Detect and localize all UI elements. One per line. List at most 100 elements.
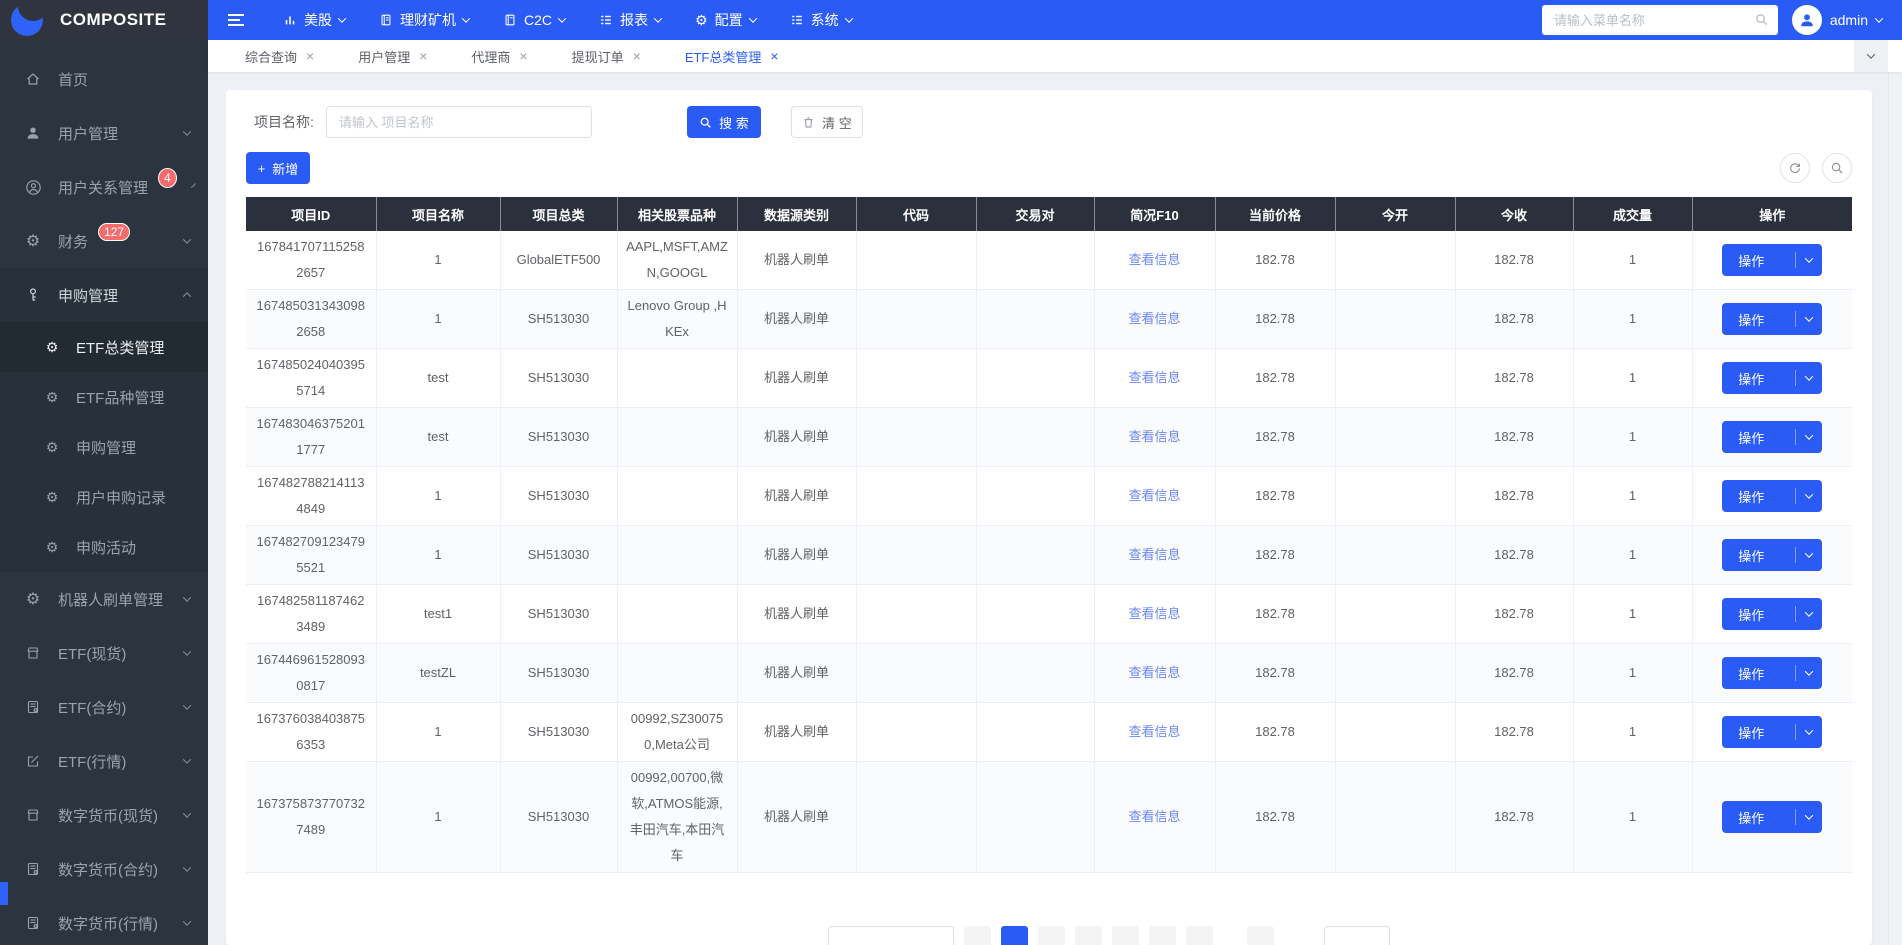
hamburger-menu-icon[interactable] [228,14,244,26]
sidebar-item-etf-spot[interactable]: ETF(现货) [0,626,208,680]
row-action-dropdown-button[interactable]: 操作 [1722,716,1822,748]
cell-project-id: 1674827091234795521 [246,526,376,585]
pagination-page-button[interactable] [1149,926,1176,945]
pagination-prev-button[interactable] [964,926,991,945]
tab-combined-query[interactable]: 综合查询× [245,47,314,66]
sidebar-item-subscription-management[interactable]: 申购管理 [0,268,208,322]
view-info-link[interactable]: 查看信息 [1128,311,1180,326]
cell-profile-f10: 查看信息 [1094,703,1215,762]
top-menu-reports[interactable]: 报表 [599,10,661,30]
row-action-dropdown-button[interactable]: 操作 [1722,598,1822,630]
sidebar-subitem-subscription-activity[interactable]: ⚙ 申购活动 [0,522,208,572]
sidebar-subitem-etf-variety-management[interactable]: ⚙ ETF品种管理 [0,372,208,422]
sidebar-item-finance[interactable]: ⚙ 财务 127 [0,214,208,268]
pagination-next-button[interactable] [1247,926,1274,945]
tab-withdrawal-orders[interactable]: 提现订单× [572,47,641,66]
row-action-dropdown-button[interactable]: 操作 [1722,801,1822,833]
top-menu-system[interactable]: 系统 [790,10,852,30]
cell-volume: 1 [1573,231,1692,290]
pagination-page-size-select[interactable] [828,926,954,945]
pagination-page-button[interactable] [1075,926,1102,945]
close-icon[interactable]: × [633,48,641,64]
sidebar-subitem-subscription-management[interactable]: ⚙ 申购管理 [0,422,208,472]
view-info-link[interactable]: 查看信息 [1128,606,1180,621]
row-action-dropdown-button[interactable]: 操作 [1722,421,1822,453]
tab-user-management[interactable]: 用户管理× [358,47,427,66]
sidebar-subitem-user-subscription-records[interactable]: ⚙ 用户申购记录 [0,472,208,522]
pagination-page-button[interactable] [1038,926,1065,945]
close-icon[interactable]: × [419,48,427,64]
document-icon [24,915,42,931]
row-action-dropdown-button[interactable]: 操作 [1722,303,1822,335]
pagination-page-button[interactable] [1112,926,1139,945]
logo: COMPOSITE [0,0,208,40]
view-info-link[interactable]: 查看信息 [1128,809,1180,824]
top-menu-wealth-miner[interactable]: 理财矿机 [379,10,469,30]
cell-project-name: test [376,408,500,467]
close-icon[interactable]: × [770,48,778,64]
col-volume: 成交量 [1573,197,1692,231]
chevron-up-icon [183,292,191,300]
sidebar-item-etf-contract[interactable]: ETF(合约) [0,680,208,734]
view-info-link[interactable]: 查看信息 [1128,665,1180,680]
chevron-down-icon [183,593,191,601]
cell-volume: 1 [1573,290,1692,349]
page-scrollbar[interactable] [1888,40,1902,945]
sidebar-scrollbar-thumb[interactable] [0,882,8,905]
cell-project-id: 1673758737707327489 [246,762,376,873]
cell-project-name: 1 [376,467,500,526]
close-icon[interactable]: × [519,48,527,64]
view-info-link[interactable]: 查看信息 [1128,252,1180,267]
column-search-button[interactable] [1822,153,1852,183]
top-menu-us-stocks[interactable]: 美股 [283,10,345,30]
cell-volume: 1 [1573,703,1692,762]
user-menu[interactable]: admin [1792,5,1882,35]
sidebar-item-crypto-contract[interactable]: 数字货币(合约) [0,842,208,896]
pagination-jump-input[interactable] [1324,926,1390,945]
clear-button[interactable]: 清 空 [791,106,863,138]
view-info-link[interactable]: 查看信息 [1128,429,1180,444]
sidebar-item-crypto-spot[interactable]: 数字货币(现货) [0,788,208,842]
tab-etf-category-management[interactable]: ETF总类管理× [685,47,779,66]
row-action-dropdown-button[interactable]: 操作 [1722,244,1822,276]
tab-list-dropdown[interactable] [1854,40,1888,72]
sidebar-item-user-relations[interactable]: 用户关系管理 4 [0,160,208,214]
pagination-page-button-current[interactable] [1001,926,1028,945]
row-action-dropdown-button[interactable]: 操作 [1722,362,1822,394]
view-info-link[interactable]: 查看信息 [1128,370,1180,385]
cell-profile-f10: 查看信息 [1094,526,1215,585]
tab-agents[interactable]: 代理商× [471,47,527,66]
sidebar-item-robot-trading[interactable]: ⚙ 机器人刷单管理 [0,572,208,626]
table-row: 1678417071152582657 1 GlobalETF500 AAPL,… [246,231,1852,290]
project-name-input[interactable] [326,106,592,138]
sidebar-item-home[interactable]: 首页 [0,52,208,106]
row-action-dropdown-button[interactable]: 操作 [1722,657,1822,689]
top-menu-config[interactable]: ⚙ 配置 [695,10,756,30]
etf-category-table: 项目ID 项目名称 项目总类 相关股票品种 数据源类别 代码 交易对 简况F10… [246,197,1852,873]
menu-search-input[interactable] [1542,5,1778,35]
cell-profile-f10: 查看信息 [1094,644,1215,703]
sidebar-item-etf-quotes[interactable]: ETF(行情) [0,734,208,788]
table-row: 1674827091234795521 1 SH513030 机器人刷单 查看信… [246,526,1852,585]
sidebar-item-crypto-quotes[interactable]: 数字货币(行情) [0,896,208,945]
search-button[interactable]: 搜 索 [687,106,761,138]
pagination-page-button[interactable] [1186,926,1213,945]
edit-icon [24,753,42,769]
cell-project-category: SH513030 [500,290,617,349]
view-info-link[interactable]: 查看信息 [1128,724,1180,739]
view-info-link[interactable]: 查看信息 [1128,488,1180,503]
cell-project-category: SH513030 [500,349,617,408]
sidebar-item-user-management[interactable]: 用户管理 [0,106,208,160]
top-menu-c2c[interactable]: C2C [503,12,565,28]
table-header-row: 项目ID 项目名称 项目总类 相关股票品种 数据源类别 代码 交易对 简况F10… [246,197,1852,231]
cell-actions: 操作 [1692,585,1852,644]
key-icon [24,287,42,303]
sidebar-subitem-etf-category-management[interactable]: ⚙ ETF总类管理 [0,322,208,372]
add-button[interactable]: + 新增 [246,152,310,184]
row-action-dropdown-button[interactable]: 操作 [1722,480,1822,512]
refresh-button[interactable] [1780,153,1810,183]
close-icon[interactable]: × [306,48,314,64]
view-info-link[interactable]: 查看信息 [1128,547,1180,562]
row-action-dropdown-button[interactable]: 操作 [1722,539,1822,571]
cell-current-price: 182.78 [1215,585,1335,644]
